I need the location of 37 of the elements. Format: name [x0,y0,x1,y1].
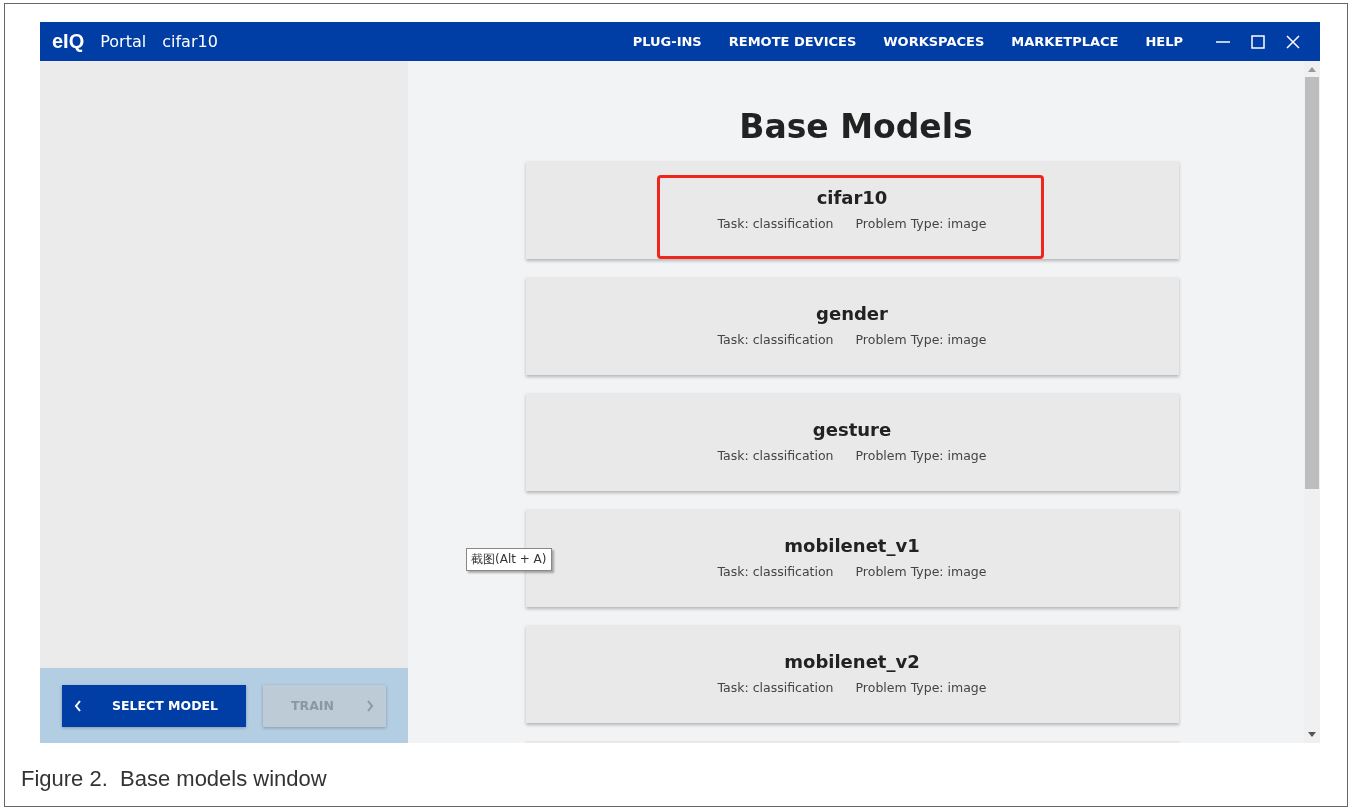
page-heading: Base Models [739,107,973,147]
problem-type-label: Problem Type: image [855,564,987,579]
nav-link[interactable]: HELP [1145,34,1183,49]
app-name: Portal [100,32,147,51]
task-label: Task: classification [717,448,834,463]
model-name: gender [816,303,888,324]
problem-type-label: Problem Type: image [855,680,987,695]
model-card[interactable]: mobilenet_v2 Task: classification Problem Type: image [525,625,1179,723]
close-icon[interactable] [1286,34,1300,49]
scroll-down-icon[interactable] [1308,732,1316,737]
tooltip: 截图(Alt + A) [466,548,552,571]
task-label: Task: classification [717,680,834,695]
back-button[interactable]: SELECT MODEL [62,684,246,727]
maximize-icon[interactable] [1251,34,1265,49]
project-name: cifar10 [162,32,218,51]
chevron-right-icon [366,699,374,712]
problem-type-label: Problem Type: image [855,216,987,231]
model-name: cifar10 [816,187,888,208]
model-name: gesture [812,419,892,440]
model-card[interactable]: gesture Task: classification Problem Type: image [525,393,1179,491]
model-card[interactable]: gender Task: classification Problem Type: image [525,277,1179,375]
nav-link[interactable]: WORKSPACES [883,34,985,49]
task-label: Task: classification [717,332,834,347]
figure-caption: Figure 2. Base models window [21,766,327,792]
model-name: mobilenet_v2 [784,651,920,672]
nav-link[interactable]: REMOTE DEVICES [728,34,857,49]
nav-link[interactable]: PLUG-INS [632,34,702,49]
chevron-left-icon [74,699,82,712]
model-name: mobilenet_v1 [784,535,920,556]
app-logo: eIQ [52,30,85,53]
problem-type-label: Problem Type: image [855,332,987,347]
model-card[interactable]: cifar10 Task: classification Problem Type: image [525,161,1179,259]
scrollbar[interactable] [1304,61,1320,743]
problem-type-label: Problem Type: image [855,448,987,463]
task-label: Task: classification [717,216,834,231]
task-label: Task: classification [717,564,834,579]
nav-link[interactable]: MARKETPLACE [1011,34,1119,49]
